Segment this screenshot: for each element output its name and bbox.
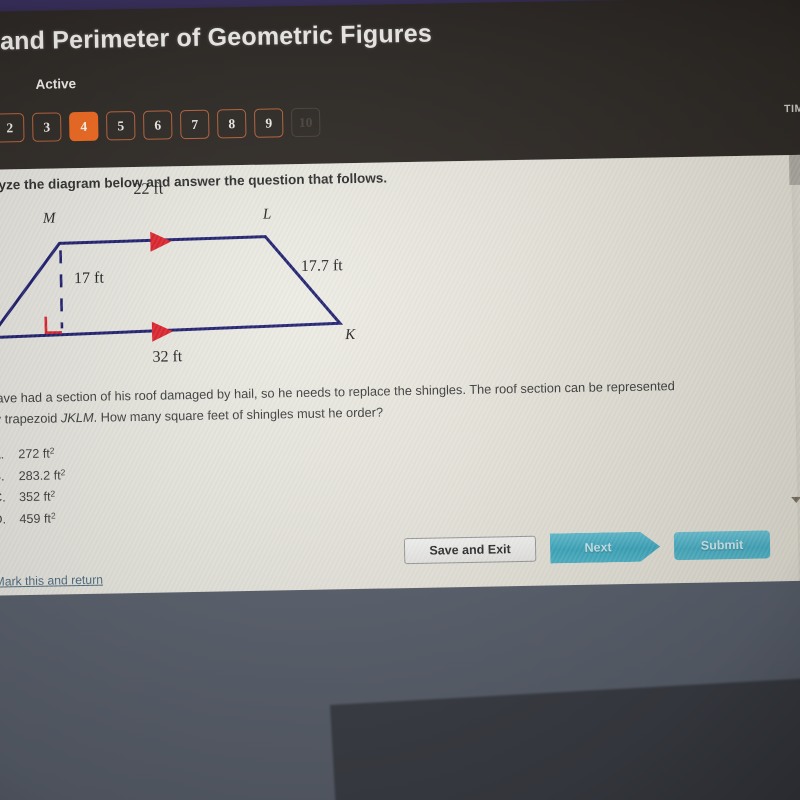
question-button-5[interactable]: 5 bbox=[105, 110, 136, 141]
photograph-of-screen: ea and Perimeter of Geometric Figures z … bbox=[0, 0, 800, 800]
question-number-nav[interactable]: 12345678910 bbox=[0, 107, 321, 144]
time-remaining: TIME REMAIN 30:53 bbox=[784, 102, 800, 139]
question-button-7[interactable]: 7 bbox=[179, 109, 210, 140]
option-letter: D. bbox=[0, 512, 7, 527]
trapezoid-diagram: M L J K 22 ft 32 ft 17.7 ft 17 ft bbox=[0, 180, 433, 381]
status-badge: Active bbox=[35, 76, 77, 92]
question-content-panel: Analyze the diagram below and answer the… bbox=[0, 154, 800, 597]
parallel-marker-top bbox=[150, 231, 172, 252]
option-value: 459 ft bbox=[19, 511, 52, 527]
answer-option-D[interactable]: D. 459 ft 2 bbox=[0, 508, 66, 531]
question-button-10: 10 bbox=[290, 107, 321, 138]
vertex-label-L: L bbox=[262, 206, 272, 223]
right-leg-measurement: 17.7 ft bbox=[300, 257, 343, 275]
question-line-2-pre: by trapezoid bbox=[0, 410, 58, 427]
option-value: 352 ft bbox=[18, 489, 51, 505]
parallel-marker-bottom bbox=[151, 321, 174, 342]
save-and-exit-button[interactable]: Save and Exit bbox=[403, 535, 537, 565]
answer-option-B[interactable]: B. 283.2 ft 2 bbox=[0, 465, 66, 488]
timer-value: 30:53 bbox=[784, 115, 800, 139]
option-letter: C. bbox=[0, 490, 6, 505]
question-text: Dave had a section of his roof damaged b… bbox=[0, 374, 748, 430]
height-measurement: 17 ft bbox=[73, 269, 104, 288]
question-button-2[interactable]: 2 bbox=[0, 113, 25, 143]
next-button[interactable]: Next bbox=[550, 531, 661, 563]
scrollbar-track[interactable] bbox=[788, 154, 800, 581]
question-button-6[interactable]: 6 bbox=[142, 110, 173, 140]
top-side-measurement: 22 ft bbox=[133, 180, 164, 199]
option-value: 283.2 ft bbox=[18, 468, 61, 483]
question-line-1: Dave had a section of his roof damaged b… bbox=[0, 378, 675, 406]
option-value: 272 ft bbox=[18, 446, 50, 462]
bottom-side-measurement: 32 ft bbox=[152, 348, 183, 366]
question-button-8[interactable]: 8 bbox=[216, 108, 247, 139]
option-letter: A. bbox=[0, 447, 5, 462]
question-button-4[interactable]: 4 bbox=[68, 111, 99, 142]
option-unit-exponent: 2 bbox=[50, 510, 56, 521]
mark-this-and-return-link[interactable]: Mark this and return bbox=[0, 573, 103, 589]
trapezoid-outline bbox=[0, 235, 344, 340]
action-button-row: Save and Exit Next Submit bbox=[403, 529, 771, 566]
option-unit-exponent: 2 bbox=[49, 445, 55, 456]
scroll-down-arrow-icon[interactable] bbox=[791, 496, 800, 504]
option-unit-exponent: 2 bbox=[60, 466, 66, 478]
trapezoid-name: JKLM bbox=[60, 409, 94, 426]
timer-label: TIME REMAIN bbox=[783, 102, 800, 116]
answer-option-A[interactable]: A. 272 ft 2 bbox=[0, 443, 65, 466]
trapezoid-svg bbox=[0, 231, 344, 342]
scrollbar-thumb[interactable] bbox=[788, 154, 800, 186]
question-prompt: Analyze the diagram below and answer the… bbox=[0, 170, 388, 194]
answer-options[interactable]: A. 272 ft 2 B. 283.2 ft 2 C. 352 ft 2 D. 459 ft 2 bbox=[0, 443, 66, 531]
option-unit-exponent: 2 bbox=[50, 488, 56, 499]
vertex-label-K: K bbox=[344, 326, 356, 344]
question-button-9[interactable]: 9 bbox=[253, 108, 284, 138]
vertex-label-M: M bbox=[42, 210, 56, 227]
quiz-application-screen: ea and Perimeter of Geometric Figures z … bbox=[0, 0, 800, 604]
quiz-header: ea and Perimeter of Geometric Figures z … bbox=[0, 0, 800, 170]
height-dashed-line bbox=[59, 250, 64, 329]
question-line-2-post: . How many square feet of shingles must … bbox=[93, 404, 384, 425]
desk-shadow bbox=[330, 675, 800, 800]
question-button-3[interactable]: 3 bbox=[32, 112, 62, 142]
right-angle-marker bbox=[44, 316, 63, 334]
answer-option-C[interactable]: C. 352 ft 2 bbox=[0, 487, 66, 510]
submit-button[interactable]: Submit bbox=[673, 530, 771, 561]
option-letter: B. bbox=[0, 469, 5, 484]
page-title: ea and Perimeter of Geometric Figures bbox=[0, 19, 433, 57]
